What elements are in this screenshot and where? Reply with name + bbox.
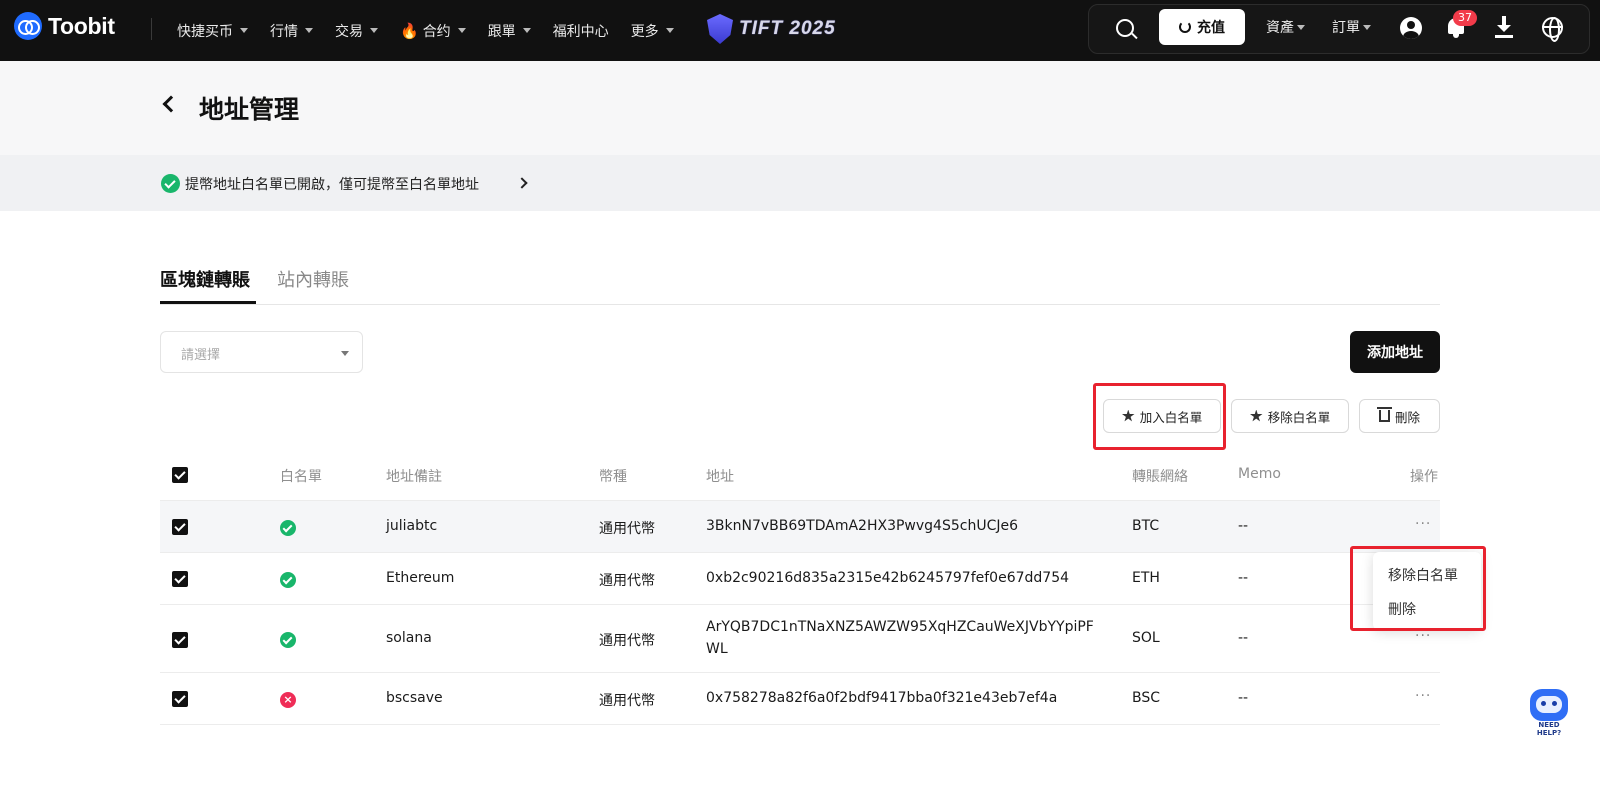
caret-down-icon: [1363, 24, 1371, 30]
star-minus-icon: [1249, 409, 1263, 422]
nav-item-quick-buy[interactable]: 快捷买币: [177, 21, 248, 41]
header-network: 轉賬網絡: [1132, 469, 1188, 485]
row-memo: --: [1238, 518, 1249, 534]
row-checkbox[interactable]: [172, 571, 188, 587]
tab-internal-transfer[interactable]: 站內轉賬: [277, 266, 349, 292]
header-operation: 操作: [1410, 469, 1438, 485]
highlight-box-add-whitelist: [1093, 383, 1226, 450]
globe-icon[interactable]: [1542, 17, 1563, 42]
nav-item-markets[interactable]: 行情: [270, 21, 313, 41]
row-remark: bscsave: [386, 690, 443, 706]
caret-down-icon: [305, 28, 313, 33]
row-memo: --: [1238, 630, 1249, 646]
remove-whitelist-button[interactable]: 移除白名單: [1231, 399, 1349, 433]
whitelisted-check-icon: [280, 632, 296, 648]
tabs-divider: [160, 304, 1440, 305]
tab-blockchain-transfer[interactable]: 區塊鏈轉賬: [160, 266, 250, 292]
nav-divider: [151, 18, 152, 40]
header-whitelist: 白名單: [280, 469, 322, 485]
caret-down-icon: [522, 28, 531, 33]
row-coin: 通用代幣: [599, 633, 655, 649]
whitelist-notice-text: 提幣地址白名單已開啟，僅可提幣至白名單地址: [185, 177, 479, 193]
row-address: 0xb2c90216d835a2315e42b6245797fef0e67dd7…: [706, 570, 1070, 586]
row-address: 3BknN7vBB69TDAmA2HX3Pwvg4S5chUCJe6: [706, 518, 1018, 534]
fire-icon: 🔥: [400, 21, 419, 40]
nav-item-more[interactable]: 更多: [631, 21, 674, 41]
event-banner[interactable]: TIFT 2025: [707, 14, 836, 44]
header-coin: 幣種: [599, 469, 627, 485]
check-circle-icon: [161, 174, 180, 193]
nav-item-futures[interactable]: 🔥 合约: [400, 21, 466, 41]
nav-item-orders[interactable]: 訂單: [1332, 0, 1371, 54]
caret-down-icon: [370, 28, 378, 33]
trash-icon: [1376, 407, 1392, 422]
caret-down-icon: [341, 351, 349, 356]
caret-down-icon: [240, 28, 248, 33]
header-remark: 地址備註: [386, 469, 442, 485]
select-all-checkbox[interactable]: [172, 467, 188, 483]
coin-filter-select[interactable]: 請選擇: [160, 331, 363, 373]
row-checkbox[interactable]: [172, 691, 188, 707]
row-network: SOL: [1132, 630, 1160, 646]
row-checkbox[interactable]: [172, 519, 188, 535]
caret-down-icon: [457, 28, 466, 33]
row-coin: 通用代幣: [599, 573, 655, 589]
header-memo: Memo: [1238, 466, 1281, 482]
event-banner-text: TIFT 2025: [739, 18, 836, 39]
notification-badge: 37: [1453, 10, 1477, 26]
whitelisted-check-icon: [280, 572, 296, 588]
header-address: 地址: [706, 469, 734, 485]
tift-shield-icon: [707, 14, 733, 44]
row-remark: juliabtc: [386, 518, 438, 534]
row-address: 0x758278a82f6a0f2bdf9417bba0f321e43eb7ef…: [706, 690, 1058, 706]
select-placeholder: 請選擇: [181, 348, 221, 363]
help-bot-button[interactable]: NEED HELP?: [1526, 685, 1572, 737]
row-network: BTC: [1132, 518, 1160, 534]
caret-down-icon: [1297, 24, 1305, 30]
whitelisted-check-icon: [280, 520, 296, 536]
main-menu: 快捷买币 行情 交易 🔥 合约 跟單 福利中心 更多: [177, 0, 696, 61]
deposit-button[interactable]: 充值: [1159, 9, 1245, 45]
more-options-icon[interactable]: ···: [1415, 688, 1431, 704]
top-navbar: Toobit 快捷买币 行情 交易 🔥 合约 跟單 福利中心 更多 TIFT 20…: [0, 0, 1600, 61]
deposit-icon: [1179, 21, 1191, 33]
row-checkbox[interactable]: [172, 632, 188, 648]
not-whitelisted-x-icon: ×: [280, 692, 296, 708]
nav-item-trade[interactable]: 交易: [335, 21, 378, 41]
nav-item-copy-trade[interactable]: 跟單: [488, 21, 531, 41]
caret-down-icon: [665, 28, 674, 33]
row-network: BSC: [1132, 690, 1161, 706]
row-coin: 通用代幣: [599, 521, 655, 537]
search-icon[interactable]: [1116, 19, 1134, 37]
nav-item-assets[interactable]: 資產: [1266, 0, 1305, 54]
row-memo: --: [1238, 690, 1249, 706]
row-memo: --: [1238, 570, 1249, 586]
delete-button[interactable]: 刪除: [1359, 399, 1440, 433]
add-address-button[interactable]: 添加地址: [1350, 331, 1440, 373]
nav-item-rewards[interactable]: 福利中心: [553, 21, 609, 41]
brand-name: Toobit: [48, 12, 115, 39]
row-remark: solana: [386, 630, 432, 646]
row-network: ETH: [1132, 570, 1160, 586]
page-title: 地址管理: [199, 95, 300, 124]
row-address: ArYQB7DC1nTNaXNZ5AWZW95XqHZCauWeXJVbYYpi…: [706, 619, 1094, 657]
user-avatar-icon[interactable]: [1400, 17, 1422, 39]
toobit-logo-icon: [14, 12, 42, 40]
row-coin: 通用代幣: [599, 693, 655, 709]
brand-logo[interactable]: Toobit: [14, 12, 115, 40]
more-options-icon[interactable]: ···: [1415, 516, 1431, 532]
highlight-box-row-menu: [1350, 546, 1486, 631]
row-remark: Ethereum: [386, 570, 455, 586]
download-icon[interactable]: [1495, 16, 1513, 38]
help-bot-label: NEED HELP?: [1536, 721, 1562, 737]
